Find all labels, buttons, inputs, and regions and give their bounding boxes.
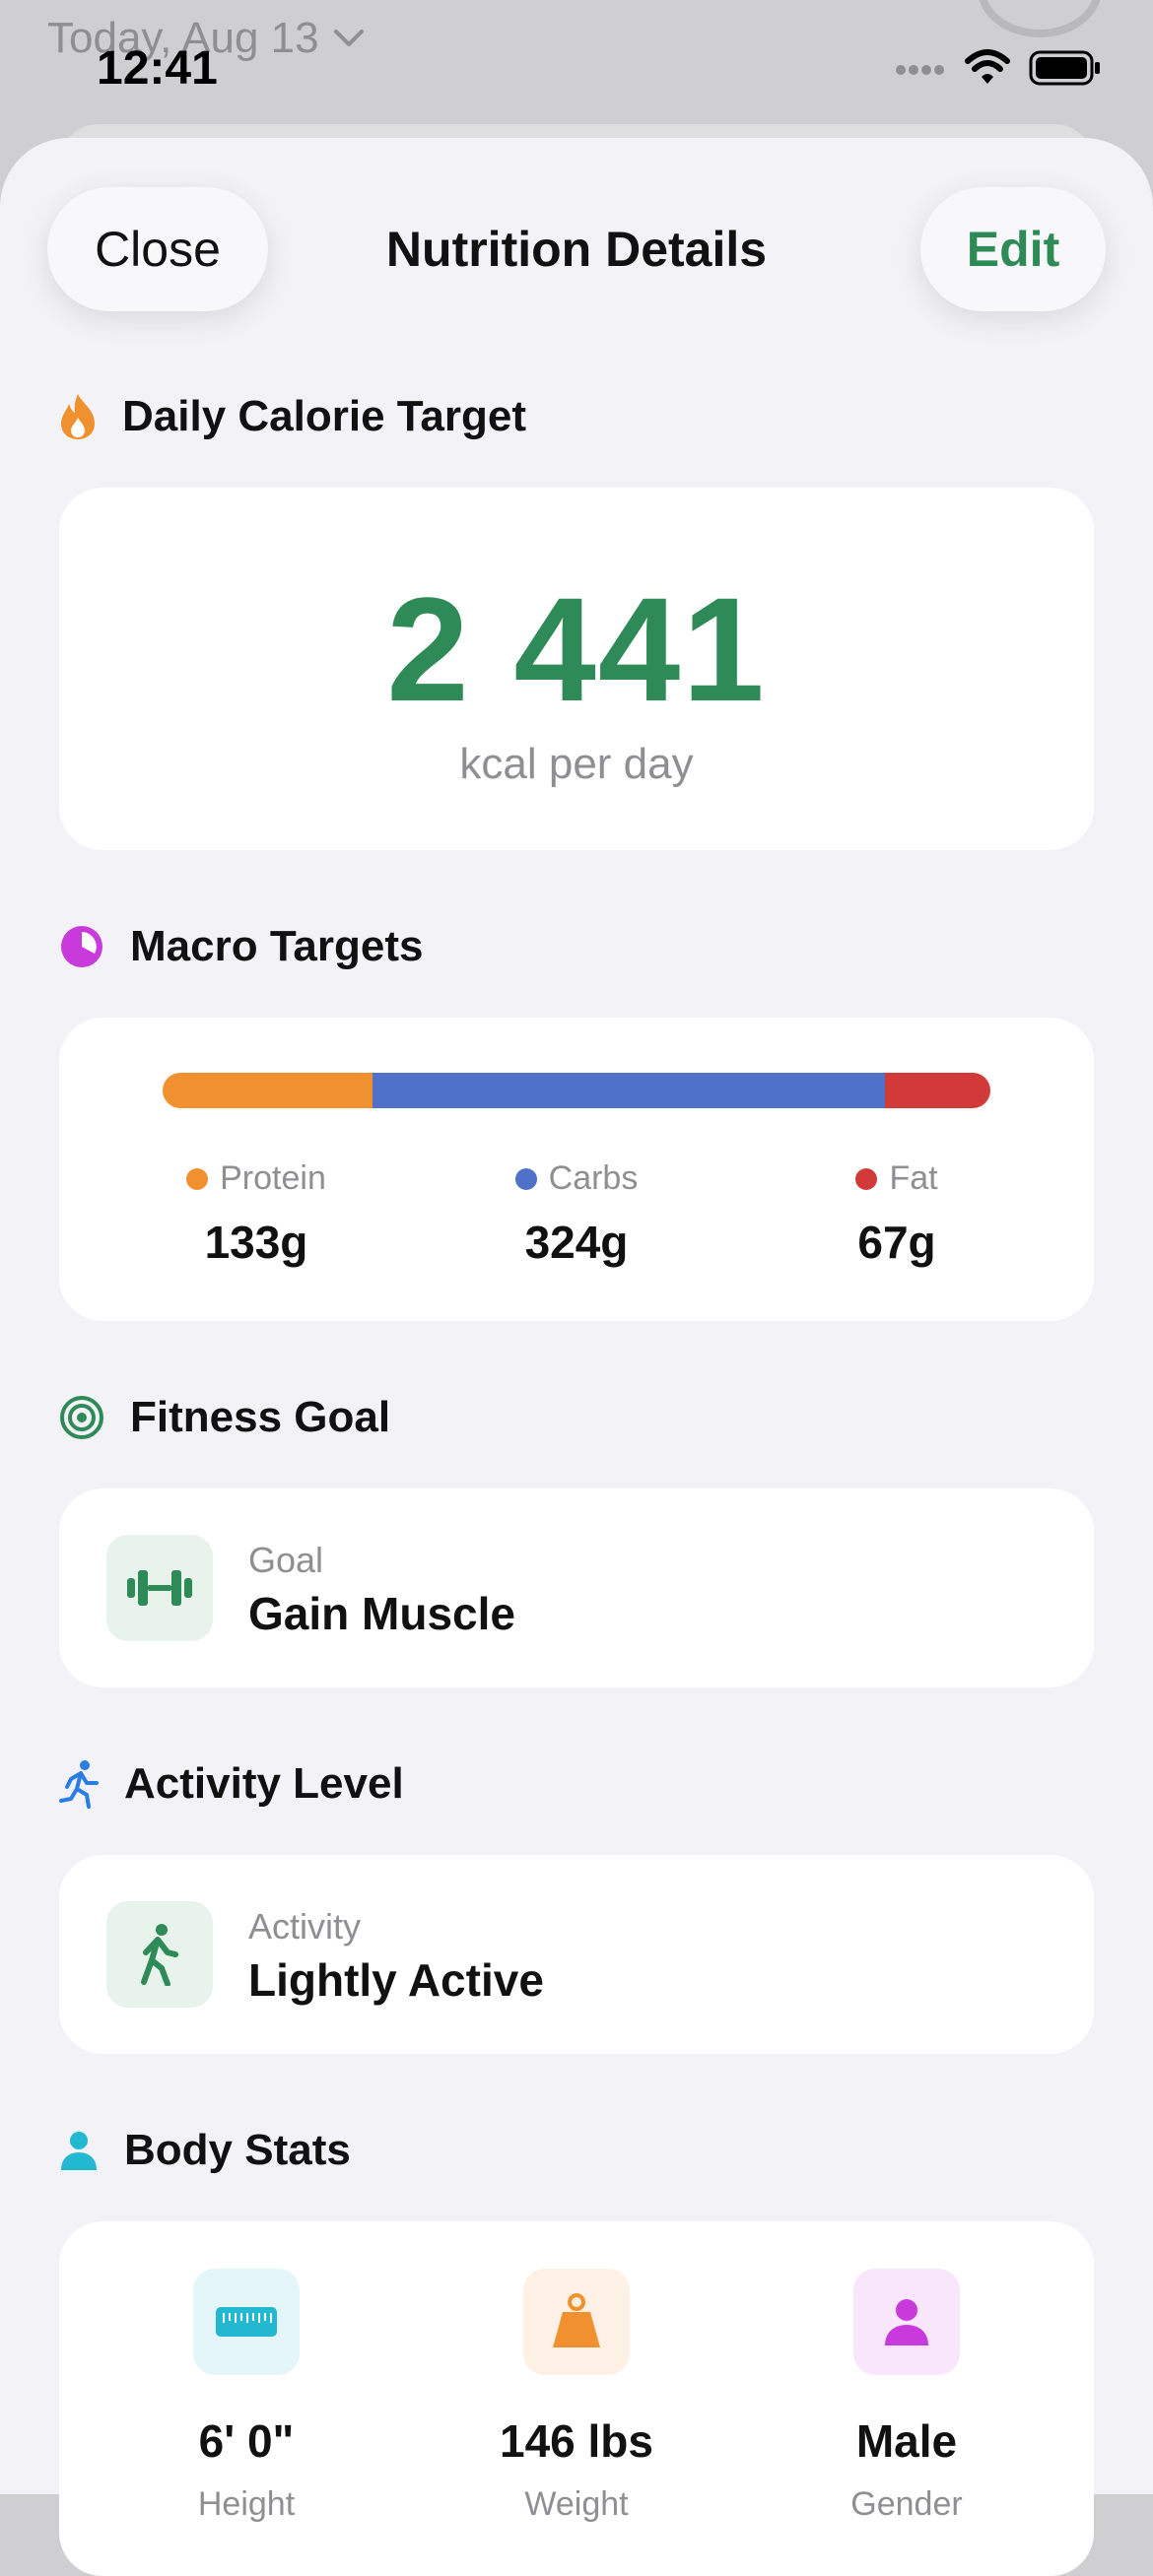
macro-bar-segment-fat	[884, 1073, 990, 1108]
walking-icon	[106, 1901, 213, 2008]
calorie-card: 2 441 kcal per day	[59, 488, 1094, 850]
section-title: Daily Calorie Target	[122, 392, 526, 440]
stat-label: Weight	[524, 2485, 629, 2523]
wifi-icon	[965, 49, 1010, 84]
person-icon	[61, 2132, 97, 2170]
status-time: 12:41	[97, 42, 218, 95]
protein-dot	[186, 1167, 209, 1190]
battery-icon	[1029, 50, 1100, 86]
stat-label: Height	[197, 2485, 296, 2523]
macro-value: 324g	[524, 1217, 629, 1268]
section-header-calorie: Daily Calorie Target	[59, 392, 526, 441]
stat-height: 6' 0" Height	[118, 2269, 374, 2524]
stat-gender: Male Gender	[779, 2269, 1035, 2524]
activity-label: Activity	[248, 1906, 362, 1947]
macro-value: 133g	[204, 1217, 308, 1268]
pie-chart-icon	[61, 926, 102, 967]
stat-value: Male	[855, 2415, 958, 2467]
section-title: Macro Targets	[130, 922, 424, 970]
section-title: Fitness Goal	[130, 1393, 391, 1441]
activity-card[interactable]: Activity Lightly Active	[59, 1855, 1094, 2054]
macro-value: 67g	[857, 1217, 936, 1268]
section-header-activity: Activity Level	[59, 1759, 404, 1809]
macro-bar-segment-protein	[163, 1073, 373, 1108]
macro-label: Fat	[889, 1159, 938, 1197]
goal-label: Goal	[248, 1540, 324, 1580]
stat-weight: 146 lbs Weight	[448, 2269, 705, 2524]
target-icon	[60, 1396, 103, 1439]
status-icons	[895, 49, 1102, 87]
section-header-fitness-goal: Fitness Goal	[59, 1393, 390, 1442]
section-title: Body Stats	[124, 2126, 351, 2174]
calorie-value: 2 441	[386, 566, 767, 732]
running-icon	[59, 1760, 99, 1809]
section-header-macros: Macro Targets	[59, 922, 424, 971]
macro-distribution-bar	[163, 1073, 990, 1108]
section-header-body-stats: Body Stats	[59, 2126, 351, 2175]
activity-value: Lightly Active	[248, 1954, 544, 2006]
section-title: Activity Level	[124, 1759, 404, 1808]
stat-label: Gender	[850, 2485, 963, 2523]
body-stats-card: 6' 0" Height 146 lbs Weight Male Gender	[59, 2221, 1094, 2576]
chevron-down-icon	[333, 30, 364, 46]
background-ring	[978, 0, 1102, 37]
flame-icon	[61, 394, 95, 439]
dumbbell-icon	[106, 1535, 213, 1641]
macro-item-fat: Fat 67g	[779, 1159, 1015, 1269]
ruler-icon	[193, 2269, 300, 2375]
stat-value: 6' 0"	[198, 2415, 295, 2467]
calorie-unit: kcal per day	[459, 740, 694, 788]
fat-dot	[855, 1167, 878, 1190]
macro-label: Carbs	[548, 1159, 639, 1197]
macro-item-carbs: Carbs 324g	[458, 1159, 695, 1269]
macro-bar-segment-carbs	[373, 1073, 885, 1108]
carbs-dot	[514, 1167, 537, 1190]
edit-button[interactable]: Edit	[920, 187, 1106, 311]
macro-label: Protein	[220, 1159, 326, 1197]
person-icon	[853, 2269, 960, 2375]
stat-value: 146 lbs	[500, 2415, 653, 2467]
goal-value: Gain Muscle	[248, 1588, 515, 1639]
macro-card: Protein 133g Carbs 324g Fat 67g	[59, 1018, 1094, 1321]
fitness-goal-card[interactable]: Goal Gain Muscle	[59, 1488, 1094, 1687]
macro-item-protein: Protein 133g	[138, 1159, 374, 1269]
weight-icon	[523, 2269, 630, 2375]
cellular-signal-icon	[896, 65, 944, 75]
